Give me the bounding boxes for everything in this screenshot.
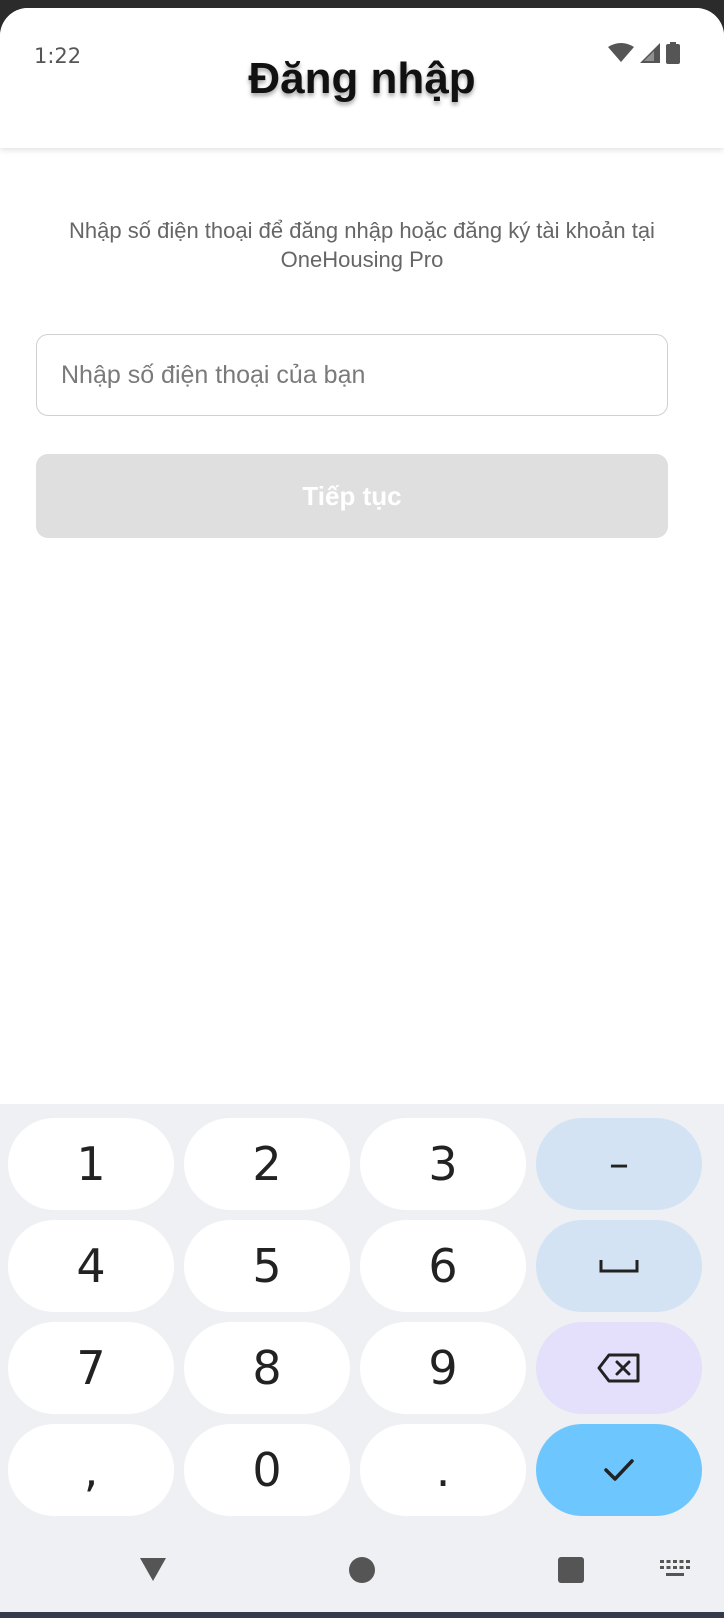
key-5[interactable]: 5 <box>184 1220 350 1312</box>
bottom-edge-strip <box>0 1612 724 1618</box>
page-title: Đăng nhập <box>248 54 476 103</box>
app-header: 1:22 Đăng nhập <box>0 8 724 148</box>
numeric-keyboard: 1 2 3 – 4 5 6 7 8 9 , 0 . <box>0 1104 724 1618</box>
back-triangle-icon <box>140 1558 166 1581</box>
phone-number-input[interactable] <box>36 334 668 416</box>
nav-keyboard-switch-button[interactable] <box>660 1560 690 1578</box>
key-backspace[interactable] <box>536 1322 702 1414</box>
key-6[interactable]: 6 <box>360 1220 526 1312</box>
key-8[interactable]: 8 <box>184 1322 350 1414</box>
nav-home-button[interactable] <box>348 1556 376 1584</box>
checkmark-icon <box>604 1459 634 1481</box>
key-comma[interactable]: , <box>8 1424 174 1516</box>
key-done[interactable] <box>536 1424 702 1516</box>
keyboard-switch-icon <box>660 1560 690 1576</box>
key-space[interactable] <box>536 1220 702 1312</box>
system-nav-bar <box>0 1530 724 1618</box>
key-3[interactable]: 3 <box>360 1118 526 1210</box>
backspace-icon <box>597 1353 640 1383</box>
space-bar-icon <box>599 1260 639 1273</box>
nav-back-button[interactable] <box>138 1556 168 1582</box>
recents-square-icon <box>558 1557 584 1583</box>
key-dash[interactable]: – <box>536 1118 702 1210</box>
key-4[interactable]: 4 <box>8 1220 174 1312</box>
key-1[interactable]: 1 <box>8 1118 174 1210</box>
continue-button[interactable]: Tiếp tục <box>36 454 668 538</box>
nav-recents-button[interactable] <box>557 1556 585 1584</box>
key-2[interactable]: 2 <box>184 1118 350 1210</box>
key-7[interactable]: 7 <box>8 1322 174 1414</box>
login-description: Nhập số điện thoại để đăng nhập hoặc đăn… <box>69 218 655 272</box>
key-0[interactable]: 0 <box>184 1424 350 1516</box>
phone-screen: 1:22 Đăng nhập Nhập số điện thoại để đăn… <box>0 8 724 1618</box>
key-period[interactable]: . <box>360 1424 526 1516</box>
key-9[interactable]: 9 <box>360 1322 526 1414</box>
home-circle-icon <box>349 1557 375 1583</box>
